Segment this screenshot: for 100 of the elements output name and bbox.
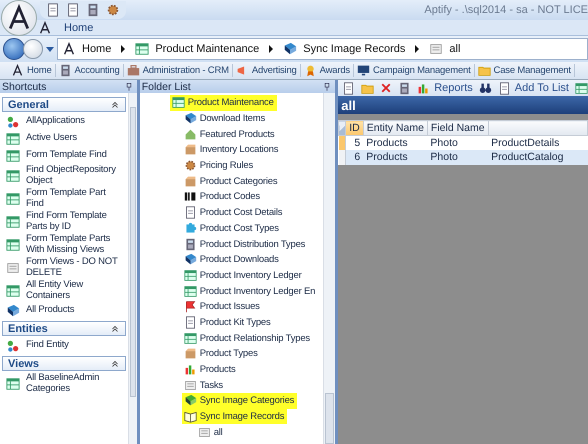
- shortcut-item[interactable]: Find Entity: [26, 340, 69, 351]
- breadcrumb-item[interactable]: Product Maintenance: [155, 43, 260, 55]
- document-icon[interactable]: [46, 3, 60, 17]
- logo-icon: [11, 64, 24, 77]
- list-icon: [429, 42, 444, 56]
- tree-item[interactable]: Product Codes: [182, 189, 263, 205]
- toolbar-button[interactable]: Administration - CRM: [124, 64, 233, 77]
- shortcut-item[interactable]: Find Form Template Parts by ID: [26, 211, 125, 232]
- tree-item[interactable]: Featured Products: [182, 126, 278, 142]
- shortcut-item[interactable]: All BaselineAdmin Categories: [26, 373, 125, 394]
- section-header[interactable]: General: [2, 97, 126, 112]
- shortcut-item[interactable]: Form Template Parts With Missing Views: [26, 234, 125, 255]
- caret-icon[interactable]: [46, 45, 54, 53]
- monitor-icon: [356, 64, 370, 77]
- table-cell: Photo: [427, 136, 488, 150]
- logo-icon: [38, 20, 52, 34]
- table-cell: 6: [346, 150, 364, 164]
- table-cell: ProductCatalog: [488, 150, 588, 164]
- breadcrumb-item[interactable]: Home: [82, 43, 112, 55]
- tree-item[interactable]: Download Items: [182, 110, 268, 126]
- shortcut-item[interactable]: Find ObjectRepository Object: [26, 165, 125, 186]
- delete-icon[interactable]: [380, 82, 392, 94]
- grid-icon: [6, 376, 20, 390]
- document-icon[interactable]: [66, 3, 80, 17]
- back-button[interactable]: [3, 38, 25, 60]
- scrollbar[interactable]: [128, 93, 137, 444]
- shortcut-item[interactable]: All Products: [26, 305, 74, 316]
- binoculars-icon[interactable]: [478, 82, 492, 94]
- grid-icon: [135, 42, 150, 56]
- toolbar-button[interactable]: Accounting: [56, 64, 124, 77]
- column-header[interactable]: Entity Name: [363, 120, 428, 136]
- gear-icon: [184, 159, 197, 172]
- flag-icon: [184, 300, 197, 314]
- table-cell: ProductDetails: [488, 136, 588, 150]
- grid-icon: [6, 132, 20, 146]
- toolbar-button[interactable]: Campaign Management: [354, 64, 475, 77]
- tree-item[interactable]: Product Inventory Ledger En: [182, 283, 318, 299]
- gear-icon[interactable]: [106, 3, 120, 17]
- toolbar-button[interactable]: Advertising: [232, 64, 301, 77]
- document-icon[interactable]: [342, 82, 356, 94]
- shortcut-item[interactable]: Form Views - DO NOT DELETE: [26, 257, 125, 278]
- separator-arrow-icon[interactable]: [415, 45, 420, 53]
- ribbon-tab[interactable]: Home: [60, 22, 98, 34]
- tree-item[interactable]: Product Issues: [182, 298, 263, 315]
- tree-item[interactable]: Product Inventory Ledger: [182, 268, 305, 284]
- separator-arrow-icon[interactable]: [121, 45, 126, 53]
- tree-item[interactable]: Product Relationship Types: [182, 330, 313, 346]
- grid-icon: [184, 332, 197, 345]
- briefcase-icon: [126, 64, 140, 77]
- calculator-icon[interactable]: [398, 82, 412, 94]
- calculator-icon: [58, 64, 72, 77]
- shortcut-item[interactable]: AllApplications: [26, 116, 85, 127]
- tree-item[interactable]: Product Downloads: [182, 252, 282, 268]
- toolbar-button[interactable]: Awards: [300, 64, 354, 77]
- breadcrumb-item[interactable]: all: [449, 43, 460, 55]
- window-title: Aptify - .\sql2014 - sa - NOT LICE: [424, 4, 588, 16]
- shortcut-item[interactable]: Form Template Find: [26, 150, 107, 161]
- document-icon: [184, 316, 197, 329]
- toolbar-button[interactable]: Case Management: [474, 64, 575, 77]
- folder-icon: [478, 64, 491, 77]
- logo-icon: [62, 42, 76, 56]
- section-header[interactable]: Entities: [2, 321, 126, 336]
- calculator-icon[interactable]: [86, 3, 100, 17]
- tree-item[interactable]: Product Kit Types: [182, 314, 274, 330]
- separator-arrow-icon[interactable]: [269, 45, 274, 53]
- document-icon: [184, 206, 197, 220]
- tree-item[interactable]: all: [196, 424, 226, 440]
- grid-icon: [184, 268, 197, 282]
- table-cell: Photo: [427, 150, 488, 164]
- shortcut-item[interactable]: All Entity View Containers: [26, 280, 125, 301]
- tree-item[interactable]: Inventory Locations: [182, 142, 282, 158]
- tree-item[interactable]: Tasks: [182, 377, 226, 394]
- shortcut-item[interactable]: Active Users: [26, 133, 77, 144]
- toolbar-button[interactable]: Home: [8, 64, 56, 77]
- tree-item[interactable]: Product Maintenance: [170, 95, 277, 111]
- tree-item[interactable]: Pricing Rules: [182, 158, 256, 174]
- tree-item[interactable]: Product Categories: [182, 173, 280, 190]
- tree-item[interactable]: Sync Image Records: [182, 408, 288, 424]
- shortcut-item[interactable]: Form Template Part Find: [26, 188, 125, 209]
- collapse-icon: [110, 100, 120, 110]
- scrollbar[interactable]: [323, 93, 336, 444]
- collapse-icon: [110, 358, 120, 368]
- column-header[interactable]: ID: [346, 120, 364, 136]
- table-cell: Products: [363, 150, 428, 164]
- tree-item[interactable]: Product Cost Types: [182, 220, 282, 236]
- tree-item[interactable]: Products: [182, 362, 239, 378]
- list-icon: [198, 426, 211, 439]
- grid-icon: [6, 214, 20, 228]
- list-icon: [6, 260, 20, 274]
- reports-button[interactable]: Reports: [417, 82, 473, 94]
- section-header[interactable]: Views: [2, 356, 126, 371]
- tree-item[interactable]: Sync Image Categories: [182, 393, 298, 409]
- breadcrumb-item[interactable]: Sync Image Records: [303, 43, 406, 55]
- tree-item[interactable]: Product Distribution Types: [182, 236, 308, 252]
- grid-icon[interactable]: [575, 82, 588, 94]
- column-header[interactable]: Field Name: [427, 120, 488, 136]
- add-to-list-button[interactable]: Add To List: [498, 82, 569, 94]
- tree-item[interactable]: Product Cost Details: [182, 204, 286, 220]
- tree-item[interactable]: Product Types: [182, 346, 261, 362]
- grid-icon: [184, 284, 197, 298]
